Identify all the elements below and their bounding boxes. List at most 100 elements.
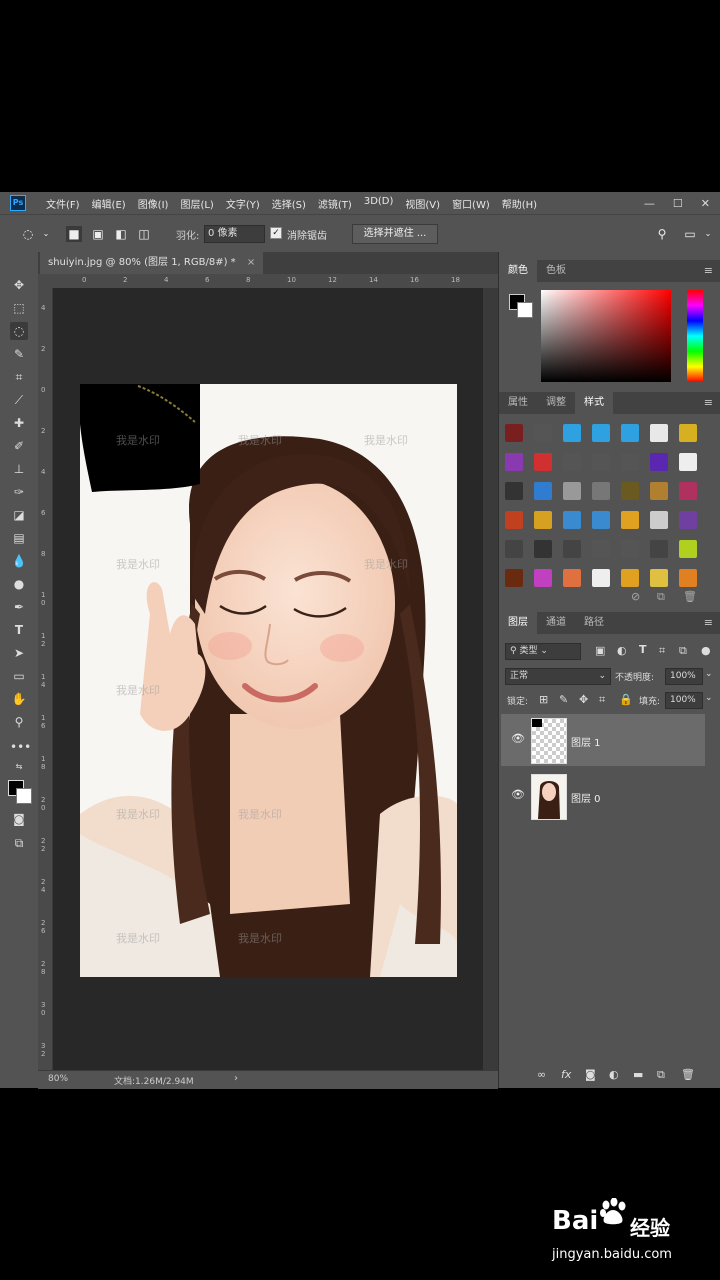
style-swatch[interactable] (534, 569, 552, 587)
eyedropper-tool-icon[interactable]: ⟋ (10, 391, 28, 409)
document-image[interactable]: 我是水印 我是水印 我是水印 我是水印 我是水印 我是水印 我是水印 我是水印 … (80, 384, 457, 977)
menu-select[interactable]: 选择(S) (266, 196, 312, 211)
style-swatch[interactable] (534, 424, 552, 442)
menu-layer[interactable]: 图层(L) (174, 196, 219, 211)
menu-type[interactable]: 文字(Y) (220, 196, 266, 211)
feather-input[interactable]: 0 像素 (204, 225, 265, 243)
style-swatch[interactable] (621, 482, 639, 500)
clear-style-icon[interactable]: ⊘ (631, 590, 640, 603)
hand-tool-icon[interactable]: ✋ (10, 690, 28, 708)
more-tools-icon[interactable]: ••• (10, 738, 31, 756)
menu-3d[interactable]: 3D(D) (358, 196, 400, 211)
intersect-selection-icon[interactable]: ◫ (136, 226, 152, 242)
marquee-tool-icon[interactable]: ⬚ (10, 299, 28, 317)
rectangle-tool-icon[interactable]: ▭ (10, 667, 28, 685)
new-style-icon[interactable]: ⧉ (657, 590, 665, 604)
tab-swatches[interactable]: 色板 (537, 260, 575, 282)
style-swatch[interactable] (679, 482, 697, 500)
add-mask-icon[interactable]: ◙ (585, 1068, 596, 1081)
subtract-selection-icon[interactable]: ◧ (113, 226, 129, 242)
maximize-button[interactable]: ☐ (673, 197, 683, 210)
pen-tool-icon[interactable]: ✒ (10, 598, 28, 616)
lock-transparency-icon[interactable]: ⊞ (539, 693, 548, 706)
chevron-down-icon[interactable]: ⌄ (700, 226, 716, 242)
minimize-button[interactable]: — (644, 197, 655, 210)
menu-image[interactable]: 图像(I) (132, 196, 175, 211)
style-swatch[interactable] (563, 482, 581, 500)
zoom-tool-icon[interactable]: ⚲ (10, 713, 28, 731)
style-swatch[interactable] (505, 424, 523, 442)
style-swatch[interactable] (505, 540, 523, 558)
tab-paths[interactable]: 路径 (575, 612, 613, 634)
style-swatch[interactable] (650, 453, 668, 471)
style-swatch[interactable] (592, 540, 610, 558)
close-icon[interactable]: × (247, 257, 255, 268)
style-swatch[interactable] (621, 453, 639, 471)
style-swatch[interactable] (563, 453, 581, 471)
tab-properties[interactable]: 属性 (499, 392, 537, 414)
brush-tool-icon[interactable]: ✐ (10, 437, 28, 455)
style-swatch[interactable] (563, 511, 581, 529)
style-swatch[interactable] (621, 424, 639, 442)
style-swatch[interactable] (505, 482, 523, 500)
style-swatch[interactable] (592, 482, 610, 500)
background-color-swatch[interactable] (517, 302, 533, 318)
new-selection-icon[interactable]: ■ (66, 226, 82, 242)
style-swatch[interactable] (621, 540, 639, 558)
menu-filter[interactable]: 滤镜(T) (312, 196, 358, 211)
style-swatch[interactable] (505, 569, 523, 587)
menu-file[interactable]: 文件(F) (40, 196, 86, 211)
blend-mode-select[interactable]: 正常 ⌄ (505, 668, 611, 685)
type-tool-icon[interactable]: T (10, 621, 28, 639)
swap-colors-icon[interactable]: ⇆ (10, 758, 28, 776)
new-layer-icon[interactable]: ⧉ (657, 1068, 665, 1082)
style-swatch[interactable] (621, 569, 639, 587)
screen-mode-icon[interactable]: ⧉ (10, 834, 28, 852)
crop-tool-icon[interactable]: ⌗ (10, 368, 28, 386)
style-swatch[interactable] (592, 511, 610, 529)
pixel-filter-icon[interactable]: ▣ (595, 644, 605, 657)
style-swatch[interactable] (650, 424, 668, 442)
adjustment-layer-icon[interactable]: ◐ (609, 1068, 619, 1081)
style-swatch[interactable] (505, 511, 523, 529)
lasso-preset-icon[interactable]: ◌ (20, 226, 36, 242)
blur-tool-icon[interactable]: 💧 (10, 552, 28, 570)
eraser-tool-icon[interactable]: ◪ (10, 506, 28, 524)
panel-menu-icon[interactable]: ≡ (704, 260, 713, 282)
style-swatch[interactable] (534, 511, 552, 529)
quick-select-tool-icon[interactable]: ✎ (10, 345, 28, 363)
style-swatch[interactable] (592, 453, 610, 471)
history-brush-icon[interactable]: ✑ (10, 483, 28, 501)
panel-menu-icon[interactable]: ≡ (704, 612, 713, 634)
clone-stamp-icon[interactable]: ⊥ (10, 460, 28, 478)
hue-slider[interactable] (687, 290, 703, 382)
shape-filter-icon[interactable]: ⌗ (659, 644, 665, 658)
menu-edit[interactable]: 编辑(E) (86, 196, 132, 211)
chevron-down-icon[interactable]: ⌄ (705, 693, 713, 703)
background-color-swatch[interactable] (16, 788, 32, 804)
zoom-level[interactable]: 80% (48, 1074, 68, 1084)
fill-input[interactable]: 100% (665, 692, 703, 709)
style-swatch[interactable] (679, 540, 697, 558)
style-swatch[interactable] (563, 569, 581, 587)
lock-artboard-icon[interactable]: ⌗ (599, 693, 605, 707)
style-swatch[interactable] (679, 424, 697, 442)
style-swatch[interactable] (650, 511, 668, 529)
color-picker-field[interactable] (541, 290, 671, 382)
style-swatch[interactable] (592, 424, 610, 442)
adjustment-filter-icon[interactable]: ◐ (617, 644, 627, 657)
layer-name[interactable]: 图层 1 (571, 734, 601, 749)
healing-brush-icon[interactable]: ✚ (10, 414, 28, 432)
style-swatch[interactable] (679, 453, 697, 471)
menu-view[interactable]: 视图(V) (399, 196, 446, 211)
search-icon[interactable]: ⚲ (654, 226, 670, 242)
panel-menu-icon[interactable]: ≡ (704, 392, 713, 414)
lock-pixels-icon[interactable]: ✎ (559, 693, 568, 706)
quick-mask-icon[interactable]: ◙ (10, 810, 28, 828)
canvas-scrollbar[interactable] (483, 288, 498, 1070)
style-swatch[interactable] (563, 540, 581, 558)
menu-help[interactable]: 帮助(H) (496, 196, 543, 211)
chevron-down-icon[interactable]: ⌄ (38, 226, 54, 242)
style-swatch[interactable] (534, 540, 552, 558)
layer-name[interactable]: 图层 0 (571, 790, 601, 805)
